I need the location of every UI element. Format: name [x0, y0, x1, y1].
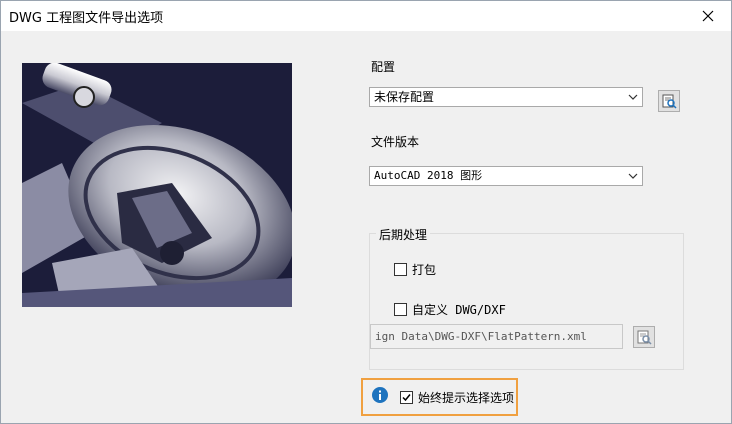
file-version-dropdown[interactable]: AutoCAD 2018 图形 — [369, 166, 643, 186]
config-selected-value: 未保存配置 — [374, 90, 435, 104]
file-browse-icon — [637, 330, 652, 345]
title-bar: DWG 工程图文件导出选项 — [1, 1, 731, 31]
config-browse-icon — [662, 94, 677, 109]
always-prompt-label: 始终提示选择选项 — [418, 391, 515, 405]
file-version-label: 文件版本 — [371, 135, 420, 149]
dialog-window: DWG 工程图文件导出选项 配置 未保存配置 文件版本 AutoCAD 2018… — [0, 0, 732, 424]
always-prompt-checkbox[interactable] — [400, 391, 413, 404]
custom-dwg-dxf-checkbox[interactable] — [394, 303, 407, 316]
custom-dwg-dxf-label: 自定义 DWG/DXF — [412, 303, 506, 317]
config-browse-button[interactable] — [658, 90, 680, 112]
post-processing-title: 后期处理 — [376, 226, 431, 243]
info-icon — [372, 387, 388, 403]
window-title: DWG 工程图文件导出选项 — [9, 11, 164, 26]
model-preview-image — [22, 63, 292, 307]
config-label: 配置 — [371, 60, 396, 74]
close-button[interactable] — [685, 1, 731, 31]
close-icon — [702, 10, 714, 22]
checkmark-icon — [402, 394, 411, 402]
pack-label: 打包 — [412, 263, 437, 277]
pack-checkbox[interactable] — [394, 263, 407, 276]
chevron-down-icon — [628, 173, 638, 179]
file-version-selected-value: AutoCAD 2018 图形 — [374, 169, 483, 182]
custom-path-input[interactable]: ign Data\DWG-DXF\FlatPattern.xml — [370, 324, 623, 349]
path-browse-button[interactable] — [633, 326, 655, 348]
config-dropdown[interactable]: 未保存配置 — [369, 87, 643, 107]
chevron-down-icon — [628, 94, 638, 100]
